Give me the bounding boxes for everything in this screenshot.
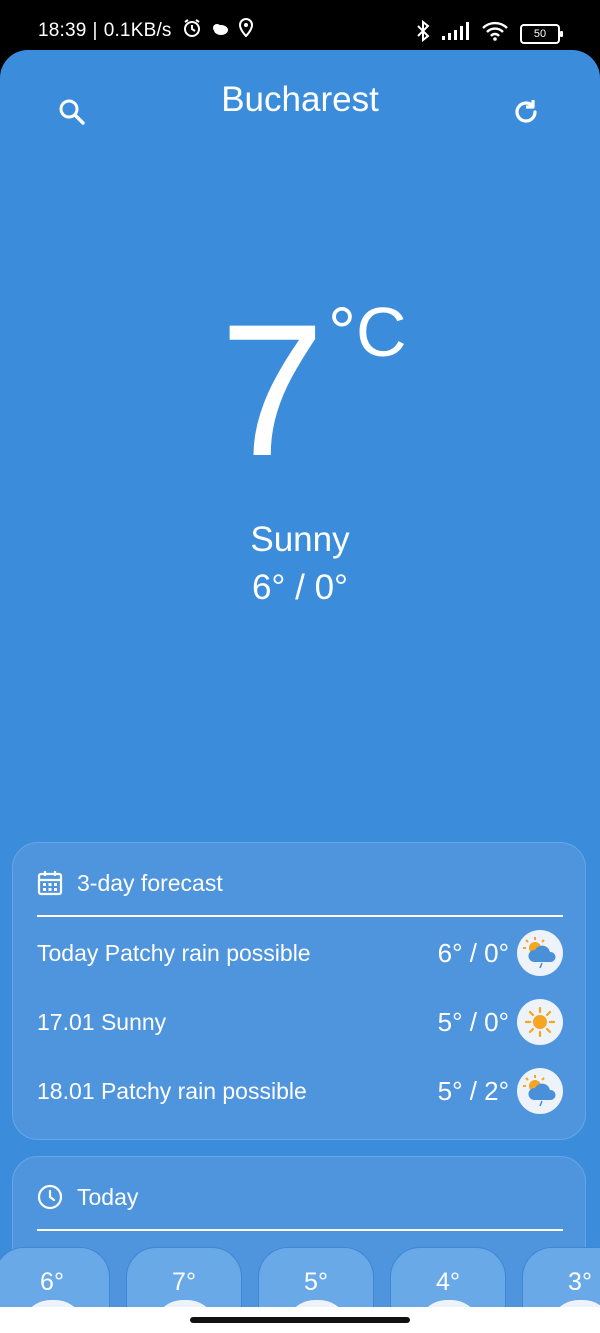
signal-icon <box>442 22 470 45</box>
alarm-icon <box>182 18 202 44</box>
forecast-row-1801: 18.01 Patchy rain possible 5° / 2° <box>37 1068 563 1114</box>
weather-icon <box>210 20 230 42</box>
patchy-rain-icon <box>517 1068 563 1114</box>
forecast-row-label: 18.01 Patchy rain possible <box>37 1077 307 1104</box>
refresh-button[interactable] <box>508 94 544 130</box>
hour-temp: 6° <box>40 1268 64 1296</box>
forecast-row-temps: 6° / 0° <box>437 937 509 968</box>
temperature-value: 7 <box>220 285 325 495</box>
hour-temp: 3° <box>568 1268 592 1296</box>
status-speed: 0.1KB/s <box>103 20 172 41</box>
forecast-header: 3-day forecast <box>37 867 223 899</box>
hour-temp: 4° <box>436 1268 460 1296</box>
current-condition: Sunny <box>250 520 350 559</box>
status-separator: | <box>92 20 98 41</box>
current-high-low: 6° / 0° <box>251 568 349 607</box>
bluetooth-icon <box>416 19 430 47</box>
today-title: Today <box>77 1183 139 1210</box>
navigation-bar <box>0 1307 600 1333</box>
wifi-icon <box>482 21 508 46</box>
home-gesture-handle[interactable] <box>190 1317 410 1323</box>
status-time: 18:39 <box>38 20 87 41</box>
forecast-row-today: Today Patchy rain possible 6° / 0° <box>37 930 563 976</box>
status-right: 50 <box>416 19 563 47</box>
refresh-icon <box>515 100 537 123</box>
hour-temp: 5° <box>304 1268 328 1296</box>
forecast-row-label: 17.01 Sunny <box>37 1008 167 1035</box>
status-left: 18:39 | 0.1KB/s <box>38 17 254 44</box>
weather-app: Bucharest 7 °C Sunny 6° / 0° 3-day forec… <box>0 50 600 1333</box>
current-temperature: 7 °C <box>0 290 600 490</box>
calendar-icon <box>37 871 63 896</box>
forecast-row-label: Today Patchy rain possible <box>37 939 311 966</box>
forecast-row-temps: 5° / 2° <box>437 1075 509 1106</box>
today-header: Today <box>37 1181 138 1213</box>
patchy-rain-icon <box>517 930 563 976</box>
location-icon <box>238 17 254 44</box>
today-divider <box>37 1229 563 1231</box>
forecast-divider <box>37 915 563 917</box>
temperature-unit: °C <box>328 293 407 371</box>
clock-icon <box>37 1184 63 1210</box>
forecast-title: 3-day forecast <box>77 869 223 896</box>
sunny-icon <box>517 999 563 1045</box>
battery-icon: 50 <box>520 23 563 44</box>
forecast-row-temps: 5° / 0° <box>437 1006 509 1037</box>
forecast-card: 3-day forecast Today Patchy rain possibl… <box>12 842 586 1140</box>
hour-temp: 7° <box>172 1268 196 1296</box>
forecast-row-1701: 17.01 Sunny 5° / 0° <box>37 999 563 1045</box>
